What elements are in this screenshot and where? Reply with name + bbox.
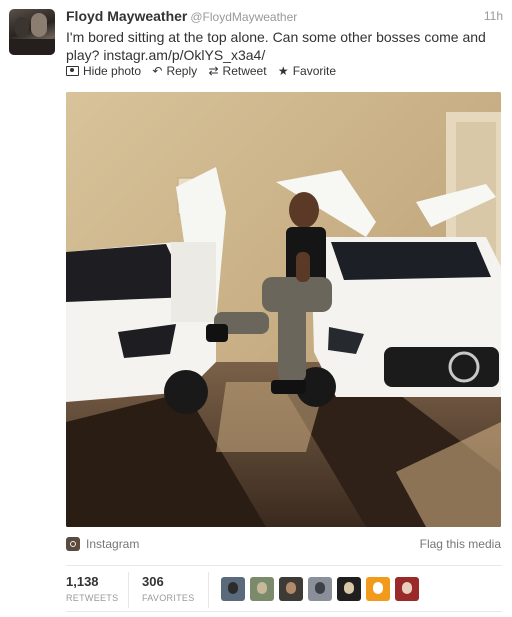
user-name[interactable]: Floyd Mayweather	[66, 8, 187, 24]
star-icon: ★	[277, 64, 289, 78]
divider	[66, 611, 502, 612]
retweets-stat[interactable]: 1,138 RETWEETS	[66, 574, 118, 603]
hide-photo-label: Hide photo	[83, 64, 142, 78]
favoriter-avatar[interactable]	[221, 577, 245, 601]
favoriter-avatar[interactable]	[279, 577, 303, 601]
avatar-figure	[228, 582, 238, 594]
photo-icon	[66, 66, 79, 76]
avatar-figure	[373, 582, 383, 594]
tweet-timestamp[interactable]: 11h	[484, 9, 503, 23]
retweets-count: 1,138	[66, 574, 99, 589]
tweet-photo[interactable]	[66, 92, 501, 527]
favoriter-avatar[interactable]	[366, 577, 390, 601]
user-handle[interactable]: @FloydMayweather	[190, 10, 297, 24]
avatar-figure	[344, 582, 354, 594]
avatar-figure	[257, 582, 267, 594]
hide-photo-button[interactable]: Hide photo	[66, 64, 141, 78]
favorite-label: Favorite	[292, 64, 337, 78]
avatar-figure	[402, 582, 412, 594]
media-footer: Instagram Flag this media	[66, 537, 501, 555]
favoriter-avatar[interactable]	[308, 577, 332, 601]
avatar-figure	[15, 17, 29, 37]
retweet-button[interactable]: ⇄ Retweet	[208, 64, 266, 78]
media-source-link[interactable]: Instagram	[86, 537, 139, 551]
tweet-header: Floyd Mayweather @FloydMayweather 11h	[66, 8, 503, 28]
avatar-figure	[31, 13, 47, 37]
favorites-label: FAVORITES	[142, 593, 195, 603]
instagram-icon	[66, 537, 80, 551]
reply-label: Reply	[166, 64, 198, 78]
flag-media-link[interactable]: Flag this media	[420, 537, 501, 551]
favoriter-avatar[interactable]	[395, 577, 419, 601]
tweet-actions: Hide photo ↶ Reply ⇄ Retweet ★ Favorite	[66, 64, 344, 78]
reply-icon: ↶	[152, 64, 163, 78]
avatar-figure	[315, 582, 325, 594]
retweets-label: RETWEETS	[66, 593, 119, 603]
favorites-stat[interactable]: 306 FAVORITES	[142, 574, 195, 603]
favorites-count: 306	[142, 574, 164, 589]
favoriter-avatars	[221, 577, 424, 601]
favorite-button[interactable]: ★ Favorite	[278, 64, 336, 78]
avatar-figure	[286, 582, 296, 594]
garage-cars-image	[66, 92, 501, 527]
divider	[66, 565, 502, 566]
retweet-label: Retweet	[222, 64, 267, 78]
profile-avatar[interactable]	[9, 9, 55, 55]
reply-button[interactable]: ↶ Reply	[152, 64, 197, 78]
stat-separator	[128, 572, 129, 608]
tweet-stats: 1,138 RETWEETS 306 FAVORITES	[66, 572, 502, 608]
avatar-shadow	[9, 39, 55, 55]
retweet-icon: ⇄	[208, 64, 219, 78]
favoriter-avatar[interactable]	[250, 577, 274, 601]
stat-separator	[208, 572, 209, 608]
tweet-text: I'm bored sitting at the top alone. Can …	[66, 29, 486, 63]
favoriter-avatar[interactable]	[337, 577, 361, 601]
